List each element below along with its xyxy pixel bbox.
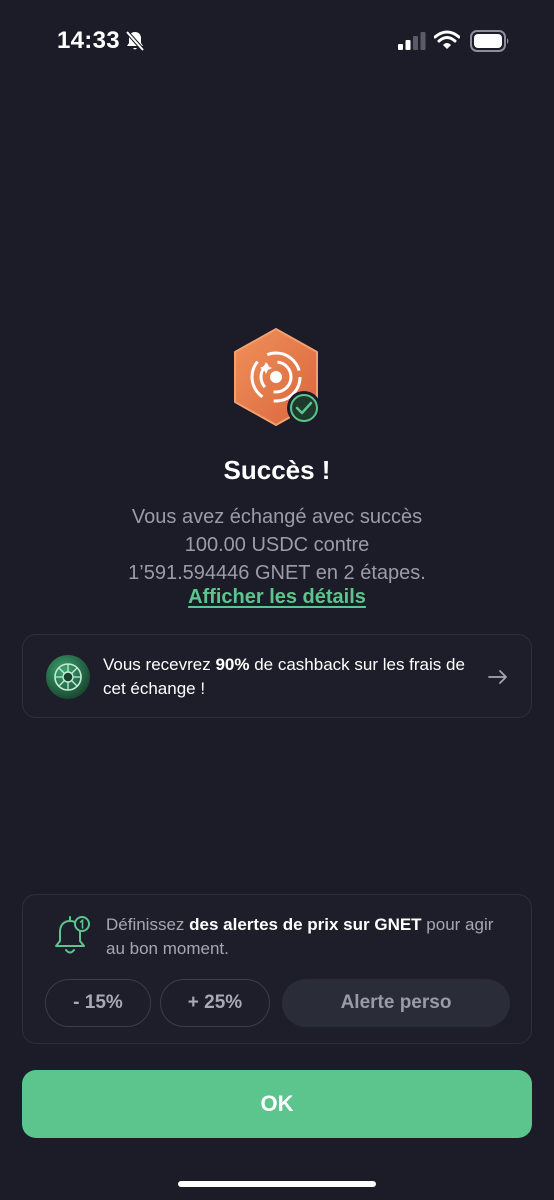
cashback-percent: 90% [215, 655, 250, 674]
show-details-link[interactable]: Afficher les détails [0, 586, 554, 609]
success-message: Vous avez échangé avec succès 100.00 USD… [60, 503, 494, 587]
cashback-message: Vous recevrez 90% de cashback sur les fr… [103, 653, 473, 701]
cashback-text-before: Vous recevrez [103, 655, 216, 674]
price-alerts-card: Définissez des alertes de prix sur GNET … [22, 894, 532, 1044]
cashback-card[interactable]: Vous recevrez 90% de cashback sur les fr… [22, 634, 532, 718]
signal-icon [398, 32, 426, 50]
home-indicator [178, 1181, 376, 1187]
swap-success-screen: 14:33 Succès ! Vous avez échangé avec su… [0, 0, 554, 1200]
price-alerts-message: Définissez des alertes de prix sur GNET … [106, 913, 516, 961]
arrow-right-icon [488, 670, 507, 684]
success-title: Succès ! [223, 455, 331, 485]
alert-plus-25-button[interactable]: + 25% [160, 979, 270, 1027]
battery-icon [470, 30, 509, 52]
cashback-coin-icon [46, 655, 90, 699]
show-details-label: Afficher les détails [188, 586, 366, 608]
success-message-line: 1’591.594446 GNET en 2 étapes. [128, 562, 426, 584]
gnet-token-badge-icon [234, 328, 321, 426]
alert-minus-15-button[interactable]: - 15% [45, 979, 151, 1027]
wifi-icon [434, 30, 460, 49]
bell-alert-icon [55, 916, 90, 954]
ok-button[interactable]: OK [22, 1070, 532, 1138]
success-message-line: Vous avez échangé avec succès [131, 506, 423, 528]
status-bar: 14:33 [0, 0, 554, 84]
alerts-text-bold: des alertes de prix sur GNET [189, 915, 422, 934]
success-message-line: 100.00 USDC contre [184, 534, 370, 556]
alerts-text-before: Définissez [106, 915, 190, 934]
bell-slash-icon [125, 30, 145, 52]
status-time: 14:33 [57, 27, 120, 54]
custom-alert-button[interactable]: Alerte perso [282, 979, 510, 1027]
